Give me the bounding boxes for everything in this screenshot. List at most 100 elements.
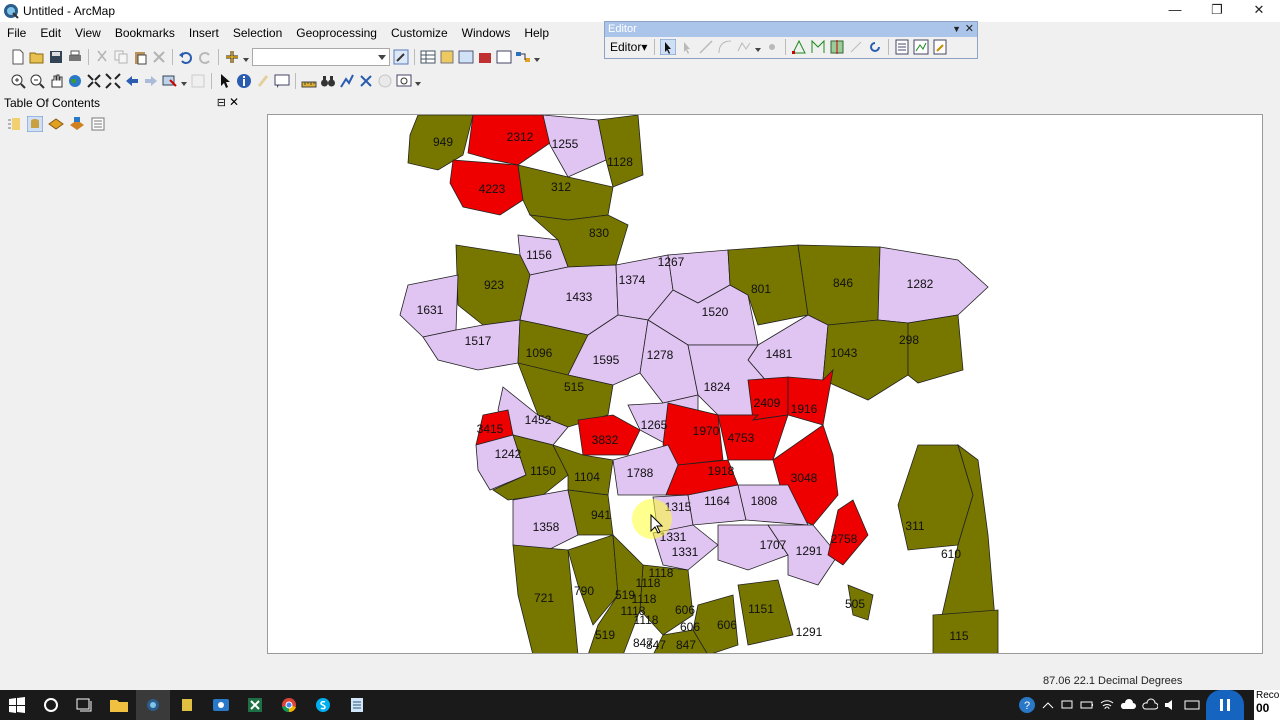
- map-scale-combo[interactable]: [252, 48, 390, 66]
- copy-icon[interactable]: [113, 49, 129, 65]
- chevron-down-icon[interactable]: [755, 40, 762, 54]
- taskbar-arcmap[interactable]: [136, 690, 170, 720]
- menu-insert[interactable]: Insert: [182, 26, 226, 40]
- pause-recording-button[interactable]: [1206, 690, 1244, 720]
- cut-icon[interactable]: [94, 49, 110, 65]
- endpoint-arc-icon[interactable]: [717, 39, 733, 55]
- pan-hand-icon[interactable]: [48, 73, 64, 89]
- model-builder-icon[interactable]: [515, 49, 531, 65]
- hyperlink-icon[interactable]: [255, 73, 271, 89]
- help-icon[interactable]: ?: [1018, 696, 1036, 714]
- menu-file[interactable]: File: [0, 26, 33, 40]
- open-folder-icon[interactable]: [29, 49, 45, 65]
- find-route-icon[interactable]: [339, 73, 355, 89]
- start-button[interactable]: [0, 690, 34, 720]
- menu-help[interactable]: Help: [517, 26, 556, 40]
- rotate-icon[interactable]: [867, 39, 883, 55]
- menu-view[interactable]: View: [68, 26, 108, 40]
- battery-icon[interactable]: [1080, 698, 1094, 712]
- menu-geoprocessing[interactable]: Geoprocessing: [289, 26, 384, 40]
- close-button[interactable]: ✕: [1238, 0, 1280, 22]
- chevron-down-icon[interactable]: ▼: [952, 22, 961, 37]
- select-elements-arrow-icon[interactable]: [217, 73, 233, 89]
- chevron-down-icon[interactable]: [534, 50, 540, 64]
- edit-vertices-icon[interactable]: [791, 39, 807, 55]
- pin-icon[interactable]: ⊟: [217, 96, 226, 109]
- create-viewer-window-icon[interactable]: [396, 73, 412, 89]
- split-tool-icon[interactable]: [848, 39, 864, 55]
- new-document-icon[interactable]: [10, 49, 26, 65]
- chevron-up-icon[interactable]: [1042, 700, 1054, 710]
- add-data-icon[interactable]: [224, 49, 240, 65]
- taskbar-arccatalog[interactable]: [170, 690, 204, 720]
- html-popup-icon[interactable]: [274, 73, 290, 89]
- search-window-icon[interactable]: [458, 49, 474, 65]
- delete-icon[interactable]: [151, 49, 167, 65]
- zoom-out-icon[interactable]: [29, 73, 45, 89]
- menu-selection[interactable]: Selection: [226, 26, 289, 40]
- redo-icon[interactable]: [197, 49, 213, 65]
- cortana-button[interactable]: [34, 690, 68, 720]
- trace-icon[interactable]: [736, 39, 752, 55]
- taskbar-screen-recorder[interactable]: [204, 690, 238, 720]
- forward-arrow-icon[interactable]: [143, 73, 159, 89]
- taskbar-file-explorer[interactable]: [102, 690, 136, 720]
- list-by-source-icon[interactable]: [27, 116, 43, 132]
- catalog-icon[interactable]: [439, 49, 455, 65]
- fixed-zoom-in-icon[interactable]: [86, 73, 102, 89]
- editor-toolbar-header[interactable]: Editor ▼ ✕: [605, 22, 977, 37]
- cut-polygons-icon[interactable]: [829, 39, 845, 55]
- taskbar-notepad[interactable]: [340, 690, 374, 720]
- print-icon[interactable]: [67, 49, 83, 65]
- paste-icon[interactable]: [132, 49, 148, 65]
- restore-button[interactable]: ❐: [1196, 0, 1238, 22]
- clear-selection-icon[interactable]: [190, 73, 206, 89]
- straight-segment-icon[interactable]: [698, 39, 714, 55]
- menu-bookmarks[interactable]: Bookmarks: [108, 26, 182, 40]
- menu-customize[interactable]: Customize: [384, 26, 455, 40]
- onedrive-upload-icon[interactable]: [1120, 698, 1136, 712]
- python-window-icon[interactable]: [496, 49, 512, 65]
- chevron-down-icon[interactable]: [243, 50, 249, 64]
- measure-icon[interactable]: [301, 73, 317, 89]
- reshape-feature-icon[interactable]: [810, 39, 826, 55]
- find-binoculars-icon[interactable]: [320, 73, 336, 89]
- volume-icon[interactable]: [1164, 698, 1178, 712]
- choropleth-map[interactable]: 949 2312 1255 1128 4223 312 830 1156 923 1433 1374…: [268, 115, 1263, 654]
- wifi-icon[interactable]: [1100, 698, 1114, 712]
- list-by-visibility-icon[interactable]: [48, 116, 64, 132]
- point-icon[interactable]: [764, 39, 780, 55]
- sketch-properties-icon[interactable]: [913, 39, 929, 55]
- task-view-button[interactable]: [68, 690, 102, 720]
- fixed-zoom-out-icon[interactable]: [105, 73, 121, 89]
- go-to-xy-icon[interactable]: [358, 73, 374, 89]
- chevron-down-icon[interactable]: [181, 74, 187, 88]
- district-polygon-1128[interactable]: [597, 115, 644, 188]
- menu-edit[interactable]: Edit: [33, 26, 68, 40]
- undo-icon[interactable]: [178, 49, 194, 65]
- cloud-icon[interactable]: [1142, 698, 1158, 712]
- attributes-icon[interactable]: [894, 39, 910, 55]
- keyboard-icon[interactable]: [1184, 698, 1200, 712]
- editor-menu-button[interactable]: Editor▾: [608, 40, 649, 54]
- edit-tool-arrow-icon[interactable]: [660, 39, 677, 55]
- list-by-drawing-order-icon[interactable]: [6, 116, 22, 132]
- zoom-in-icon[interactable]: [10, 73, 26, 89]
- save-icon[interactable]: [48, 49, 64, 65]
- identify-icon[interactable]: [236, 73, 252, 89]
- select-features-icon[interactable]: [162, 73, 178, 89]
- map-display[interactable]: 949 2312 1255 1128 4223 312 830 1156 923 1433 1374…: [267, 114, 1263, 654]
- create-features-icon[interactable]: [932, 39, 948, 55]
- taskbar-skype[interactable]: [306, 690, 340, 720]
- table-icon[interactable]: [420, 49, 436, 65]
- time-slider-icon[interactable]: [377, 73, 393, 89]
- arctoolbox-icon[interactable]: [477, 49, 493, 65]
- editor-toolbar-icon[interactable]: [393, 49, 409, 65]
- toc-close-button[interactable]: ✕: [229, 95, 239, 109]
- full-extent-globe-icon[interactable]: [67, 73, 83, 89]
- back-arrow-icon[interactable]: [124, 73, 140, 89]
- taskbar-chrome[interactable]: [272, 690, 306, 720]
- network-icon[interactable]: [1060, 698, 1074, 712]
- editor-close-button[interactable]: ✕: [965, 22, 974, 37]
- minimize-button[interactable]: —: [1154, 0, 1196, 22]
